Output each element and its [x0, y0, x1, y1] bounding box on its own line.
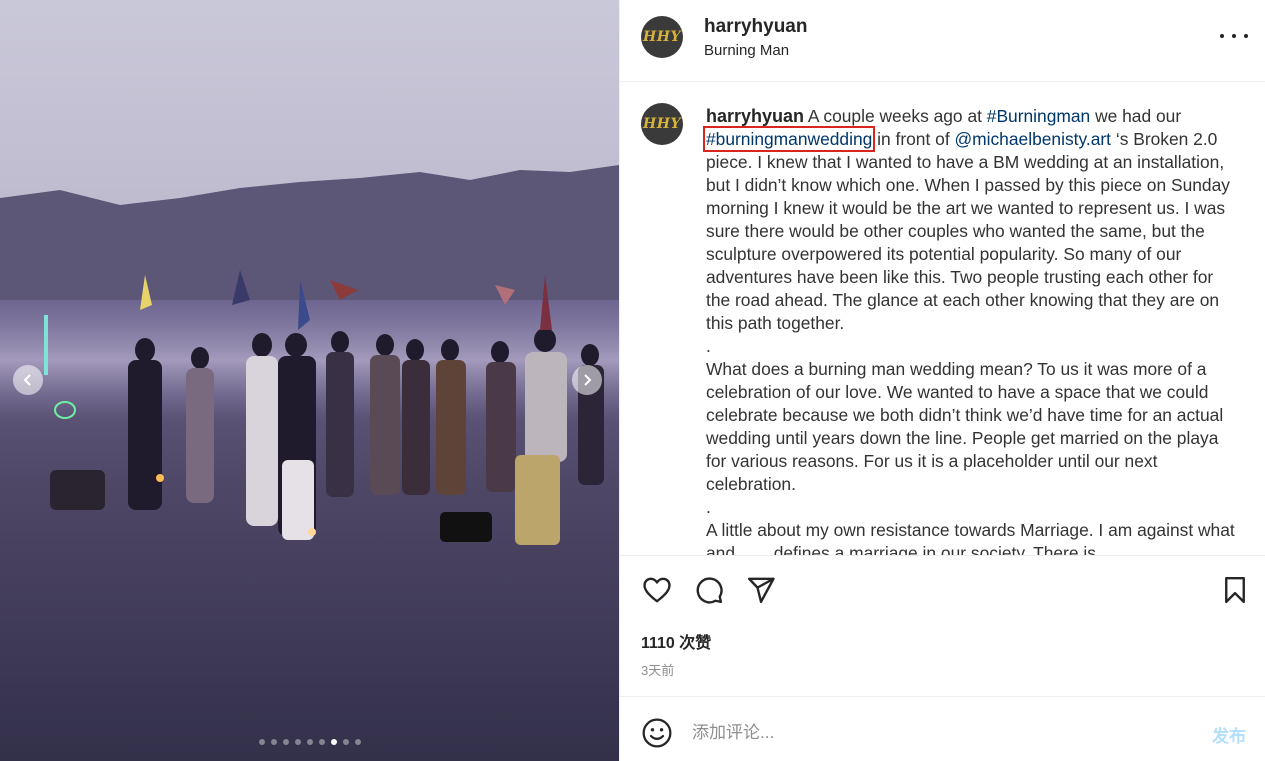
post-panel: HHY harryhyuan Burning Man HHY harryhyua…: [619, 0, 1265, 761]
save-button[interactable]: [1219, 574, 1251, 606]
hashtag-burningmanwedding-link[interactable]: #burningmanwedding: [702, 126, 876, 152]
slide-dot: [354, 739, 361, 745]
emoji-icon[interactable]: [641, 717, 673, 749]
avatar[interactable]: HHY: [641, 16, 683, 58]
post-photo: [0, 0, 619, 761]
comment-input[interactable]: [692, 720, 1192, 746]
share-button[interactable]: [745, 574, 777, 606]
previous-slide-button[interactable]: [13, 365, 43, 395]
caption-paragraph-3: A little about my own resistance towards…: [706, 520, 1235, 555]
slide-dot: [306, 739, 313, 745]
caption-separator: .: [706, 497, 711, 517]
caption-text: ‘s Broken 2.0 piece. I knew that I wante…: [706, 129, 1230, 333]
share-icon: [747, 577, 775, 604]
caption-separator: .: [706, 336, 711, 356]
post-media[interactable]: [0, 0, 619, 761]
post-header: HHY harryhyuan Burning Man: [620, 0, 1265, 82]
mention-link[interactable]: @michaelbenisty.art: [954, 129, 1111, 149]
post-timestamp[interactable]: 3天前: [641, 660, 674, 679]
comment-icon: [696, 577, 723, 604]
next-slide-button[interactable]: [572, 365, 602, 395]
more-icon-dot: [1244, 34, 1248, 38]
heart-icon: [643, 577, 671, 603]
caption-text: we had our: [1090, 106, 1182, 126]
slide-dot: [282, 739, 289, 745]
slide-dot: [330, 739, 337, 745]
slide-dot: [342, 739, 349, 745]
post-actions: 1110 次赞 3天前: [620, 555, 1265, 697]
bookmark-icon: [1225, 576, 1245, 604]
comment-bar: 发布: [620, 698, 1265, 761]
more-options-button[interactable]: [1220, 26, 1248, 46]
post-location[interactable]: Burning Man: [704, 42, 789, 59]
caption-text: in front of: [872, 129, 955, 149]
caption-avatar[interactable]: HHY: [641, 103, 683, 145]
publish-button[interactable]: 发布: [1212, 722, 1246, 747]
post-caption: harryhyuan A couple weeks ago at #Burnin…: [702, 105, 1238, 555]
hashtag-burningman-link[interactable]: #Burningman: [987, 106, 1090, 126]
caption-username[interactable]: harryhyuan: [706, 106, 804, 126]
more-icon-dot: [1232, 34, 1236, 38]
chevron-right-icon: [584, 374, 592, 386]
caption-area[interactable]: HHY harryhyuan A couple weeks ago at #Bu…: [620, 83, 1265, 555]
slide-dot: [318, 739, 325, 745]
post-username[interactable]: harryhyuan: [704, 16, 807, 38]
slide-dot: [270, 739, 277, 745]
like-button[interactable]: [641, 574, 673, 606]
caption-paragraph-2: What does a burning man wedding mean? To…: [706, 359, 1224, 494]
comment-button[interactable]: [693, 574, 725, 606]
slide-indicator: [0, 739, 619, 745]
more-icon: [1220, 34, 1224, 38]
caption-text: A couple weeks ago at: [804, 106, 987, 126]
slide-dot: [294, 739, 301, 745]
like-count[interactable]: 1110 次赞: [641, 629, 711, 653]
slide-dot: [258, 739, 265, 745]
chevron-left-icon: [23, 374, 31, 386]
